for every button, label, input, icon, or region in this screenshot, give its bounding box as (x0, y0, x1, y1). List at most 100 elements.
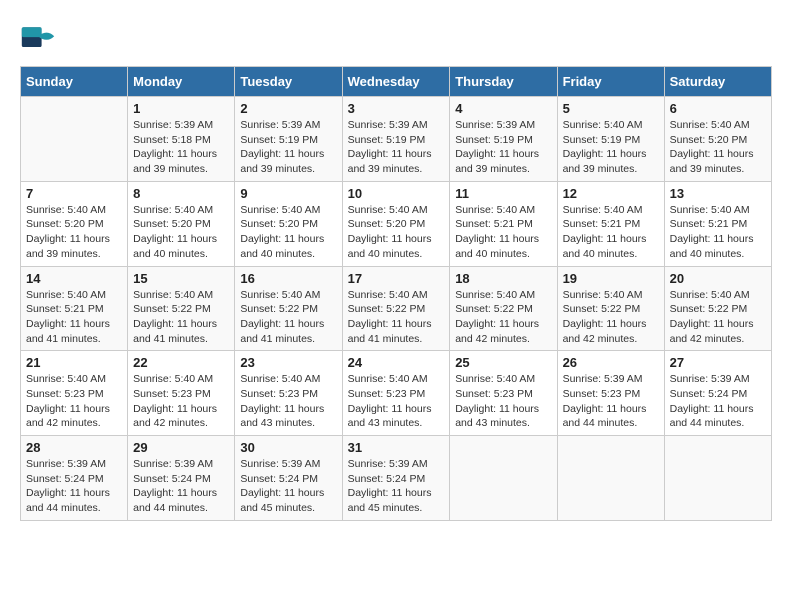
day-number: 20 (670, 271, 766, 286)
day-number: 22 (133, 355, 229, 370)
page-header (20, 20, 772, 56)
day-cell: 13 Sunrise: 5:40 AM Sunset: 5:21 PM Dayli… (664, 181, 771, 266)
day-number: 3 (348, 101, 445, 116)
day-cell: 14Sunrise: 5:40 AM Sunset: 5:21 PM Dayli… (21, 266, 128, 351)
day-cell: 2 Sunrise: 5:39 AM Sunset: 5:19 PM Daylig… (235, 97, 342, 182)
day-number: 23 (240, 355, 336, 370)
header-thursday: Thursday (450, 67, 557, 97)
day-cell: 24 Sunrise: 5:40 AM Sunset: 5:23 PM Dayli… (342, 351, 450, 436)
day-cell: 7 Sunrise: 5:40 AM Sunset: 5:20 PM Daylig… (21, 181, 128, 266)
day-number: 18 (455, 271, 551, 286)
header-tuesday: Tuesday (235, 67, 342, 97)
day-number: 11 (455, 186, 551, 201)
week-row-1: 1 Sunrise: 5:39 AM Sunset: 5:18 PM Daylig… (21, 97, 772, 182)
day-cell: 11Sunrise: 5:40 AM Sunset: 5:21 PM Dayli… (450, 181, 557, 266)
day-info: Sunrise: 5:40 AM Sunset: 5:20 PM Dayligh… (240, 203, 336, 262)
logo-icon (20, 20, 56, 56)
day-cell: 27Sunrise: 5:39 AM Sunset: 5:24 PM Dayli… (664, 351, 771, 436)
day-cell: 9 Sunrise: 5:40 AM Sunset: 5:20 PM Daylig… (235, 181, 342, 266)
day-cell: 23 Sunrise: 5:40 AM Sunset: 5:23 PM Dayli… (235, 351, 342, 436)
day-info: Sunrise: 5:40 AM Sunset: 5:23 PM Dayligh… (240, 372, 336, 431)
day-cell (450, 436, 557, 521)
day-number: 31 (348, 440, 445, 455)
day-info: Sunrise: 5:39 AM Sunset: 5:24 PM Dayligh… (26, 457, 122, 516)
day-number: 10 (348, 186, 445, 201)
day-cell: 5 Sunrise: 5:40 AM Sunset: 5:19 PM Daylig… (557, 97, 664, 182)
week-row-4: 21 Sunrise: 5:40 AM Sunset: 5:23 PM Dayli… (21, 351, 772, 436)
day-number: 14 (26, 271, 122, 286)
day-number: 6 (670, 101, 766, 116)
day-cell: 29 Sunrise: 5:39 AM Sunset: 5:24 PM Dayli… (128, 436, 235, 521)
day-cell: 10 Sunrise: 5:40 AM Sunset: 5:20 PM Dayli… (342, 181, 450, 266)
day-cell: 31 Sunrise: 5:39 AM Sunset: 5:24 PM Dayli… (342, 436, 450, 521)
day-info: Sunrise: 5:39 AM Sunset: 5:19 PM Dayligh… (240, 118, 336, 177)
day-info: Sunrise: 5:39 AM Sunset: 5:24 PM Dayligh… (670, 372, 766, 431)
day-info: Sunrise: 5:40 AM Sunset: 5:22 PM Dayligh… (348, 288, 445, 347)
day-cell: 16Sunrise: 5:40 AM Sunset: 5:22 PM Dayli… (235, 266, 342, 351)
day-cell: 20 Sunrise: 5:40 AM Sunset: 5:22 PM Dayli… (664, 266, 771, 351)
day-cell: 28 Sunrise: 5:39 AM Sunset: 5:24 PM Dayli… (21, 436, 128, 521)
day-number: 4 (455, 101, 551, 116)
calendar-header-row: SundayMondayTuesdayWednesdayThursdayFrid… (21, 67, 772, 97)
day-cell: 17 Sunrise: 5:40 AM Sunset: 5:22 PM Dayli… (342, 266, 450, 351)
day-cell: 3 Sunrise: 5:39 AM Sunset: 5:19 PM Daylig… (342, 97, 450, 182)
day-cell: 18 Sunrise: 5:40 AM Sunset: 5:22 PM Dayli… (450, 266, 557, 351)
day-cell (21, 97, 128, 182)
day-info: Sunrise: 5:40 AM Sunset: 5:21 PM Dayligh… (670, 203, 766, 262)
day-number: 1 (133, 101, 229, 116)
header-wednesday: Wednesday (342, 67, 450, 97)
day-info: Sunrise: 5:40 AM Sunset: 5:21 PM Dayligh… (563, 203, 659, 262)
day-cell: 12 Sunrise: 5:40 AM Sunset: 5:21 PM Dayli… (557, 181, 664, 266)
day-number: 5 (563, 101, 659, 116)
day-number: 28 (26, 440, 122, 455)
day-number: 30 (240, 440, 336, 455)
day-number: 16 (240, 271, 336, 286)
day-cell: 15Sunrise: 5:40 AM Sunset: 5:22 PM Dayli… (128, 266, 235, 351)
day-info: Sunrise: 5:40 AM Sunset: 5:22 PM Dayligh… (563, 288, 659, 347)
day-info: Sunrise: 5:40 AM Sunset: 5:23 PM Dayligh… (455, 372, 551, 431)
day-number: 26 (563, 355, 659, 370)
day-number: 12 (563, 186, 659, 201)
day-info: Sunrise: 5:40 AM Sunset: 5:20 PM Dayligh… (670, 118, 766, 177)
day-cell: 8 Sunrise: 5:40 AM Sunset: 5:20 PM Daylig… (128, 181, 235, 266)
day-info: Sunrise: 5:39 AM Sunset: 5:24 PM Dayligh… (348, 457, 445, 516)
day-number: 24 (348, 355, 445, 370)
day-info: Sunrise: 5:40 AM Sunset: 5:19 PM Dayligh… (563, 118, 659, 177)
day-cell: 4Sunrise: 5:39 AM Sunset: 5:19 PM Daylig… (450, 97, 557, 182)
header-friday: Friday (557, 67, 664, 97)
day-cell (557, 436, 664, 521)
day-info: Sunrise: 5:39 AM Sunset: 5:23 PM Dayligh… (563, 372, 659, 431)
header-saturday: Saturday (664, 67, 771, 97)
day-number: 8 (133, 186, 229, 201)
day-info: Sunrise: 5:39 AM Sunset: 5:24 PM Dayligh… (133, 457, 229, 516)
day-cell (664, 436, 771, 521)
day-number: 17 (348, 271, 445, 286)
day-info: Sunrise: 5:40 AM Sunset: 5:20 PM Dayligh… (133, 203, 229, 262)
day-info: Sunrise: 5:40 AM Sunset: 5:23 PM Dayligh… (348, 372, 445, 431)
day-info: Sunrise: 5:40 AM Sunset: 5:20 PM Dayligh… (26, 203, 122, 262)
day-info: Sunrise: 5:40 AM Sunset: 5:22 PM Dayligh… (455, 288, 551, 347)
day-info: Sunrise: 5:40 AM Sunset: 5:20 PM Dayligh… (348, 203, 445, 262)
day-number: 29 (133, 440, 229, 455)
day-number: 2 (240, 101, 336, 116)
day-number: 13 (670, 186, 766, 201)
day-info: Sunrise: 5:39 AM Sunset: 5:18 PM Dayligh… (133, 118, 229, 177)
header-sunday: Sunday (21, 67, 128, 97)
day-number: 19 (563, 271, 659, 286)
day-info: Sunrise: 5:39 AM Sunset: 5:24 PM Dayligh… (240, 457, 336, 516)
day-cell: 30 Sunrise: 5:39 AM Sunset: 5:24 PM Dayli… (235, 436, 342, 521)
day-number: 21 (26, 355, 122, 370)
day-cell: 26 Sunrise: 5:39 AM Sunset: 5:23 PM Dayli… (557, 351, 664, 436)
day-number: 7 (26, 186, 122, 201)
day-cell: 1 Sunrise: 5:39 AM Sunset: 5:18 PM Daylig… (128, 97, 235, 182)
day-cell: 19 Sunrise: 5:40 AM Sunset: 5:22 PM Dayli… (557, 266, 664, 351)
day-number: 25 (455, 355, 551, 370)
day-info: Sunrise: 5:40 AM Sunset: 5:23 PM Dayligh… (133, 372, 229, 431)
week-row-5: 28 Sunrise: 5:39 AM Sunset: 5:24 PM Dayli… (21, 436, 772, 521)
day-info: Sunrise: 5:39 AM Sunset: 5:19 PM Dayligh… (348, 118, 445, 177)
logo (20, 20, 60, 56)
day-cell: 22 Sunrise: 5:40 AM Sunset: 5:23 PM Dayli… (128, 351, 235, 436)
calendar-table: SundayMondayTuesdayWednesdayThursdayFrid… (20, 66, 772, 521)
day-info: Sunrise: 5:40 AM Sunset: 5:22 PM Dayligh… (670, 288, 766, 347)
day-number: 9 (240, 186, 336, 201)
